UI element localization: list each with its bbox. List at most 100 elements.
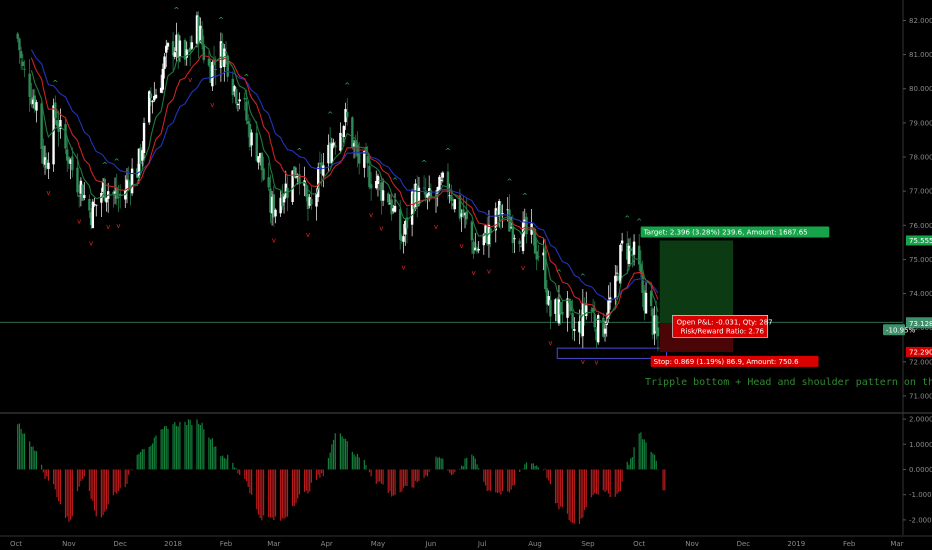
x-tick-label: Sep [581,540,595,548]
y-tick-label: 74.000 [909,290,932,298]
fractal-down-marker: v [460,242,464,250]
stop-label: Stop: 0.869 (1.19%) 86.9, Amount: 750.6 [650,355,819,367]
fractal-down-marker: v [89,240,93,248]
candle-body [402,236,405,242]
price-level-text: 75.555 [909,237,932,245]
fractal-up-marker: ^ [344,82,350,90]
osc-tick-label: 1.0000 [909,441,932,449]
fractal-down-marker: v [369,211,373,219]
candle-body [446,171,450,192]
osc-tick-label: -1.0000 [909,491,932,499]
candle-body [267,177,270,188]
pct-badge-text: -10.95% [886,326,916,334]
candle-body [453,199,456,210]
fractal-markers: v^vv^v^v^v^v^^v^v^^vv^v^v^vvv^v^v^^vv^^ [46,0,642,366]
candle-body [130,168,134,194]
fractal-up-marker: ^ [196,0,202,3]
fractal-up-marker: ^ [244,73,250,81]
y-tick-label: 82.000 [909,17,932,25]
candle-body [332,142,335,146]
candle-body [334,145,337,148]
fractal-up-marker: ^ [556,269,562,277]
price-level-text: 72.290 [909,348,932,356]
candle-body [614,275,617,299]
osc-tick-label: -2.0000 [909,516,932,524]
candle-body [521,221,525,251]
candle-body [513,238,516,240]
candle-body [511,226,515,244]
fractal-down-marker: v [487,268,491,276]
pct-badge: -10.95% [883,324,916,336]
fractal-down-marker: v [77,218,81,226]
pattern-annotation: Tripple bottom + Head and shoulder patte… [645,377,932,388]
fractal-up-marker: ^ [114,158,120,166]
pnl-label: Open P&L: -0.031, Qty: 287Risk/Reward Ra… [672,315,773,338]
candle-body [250,132,253,146]
candle-body [224,51,228,54]
price-level-tag: 75.555 [906,235,932,246]
candle-body [274,209,277,217]
candle-body [163,56,166,69]
fractal-down-marker: v [188,76,192,84]
candle-body [549,300,552,317]
x-tick-label: Nov [62,540,76,548]
fractal-down-marker: v [581,358,585,366]
candle-body [262,168,265,180]
fractal-down-marker: v [594,358,598,366]
x-tick-label: Oct [633,540,645,548]
x-tick-label: Aug [528,540,542,548]
candle-body [71,156,74,171]
price-chart-svg[interactable]: v^vv^v^v^v^v^^v^v^^vv^v^v^vvv^v^v^^vv^^ … [0,0,932,550]
candle-body [151,100,154,103]
candle-body [76,167,79,193]
candle-body [190,42,194,49]
osc-tick-label: 2.0000 [909,416,932,424]
candle-body [165,45,168,53]
fractal-up-marker: ^ [392,177,398,185]
fractal-down-marker: v [106,223,110,231]
fractal-up-marker: ^ [174,7,180,15]
candle-body [207,58,211,66]
fractal-up-marker: ^ [52,80,58,88]
candle-body [368,165,371,188]
price-level-tag: 72.290 [906,346,932,357]
candle-body [470,221,474,241]
candle-body [245,101,248,121]
fractal-up-marker: ^ [421,159,427,167]
fractal-up-marker: ^ [102,162,108,170]
candle-body [28,73,31,97]
fractal-down-marker: v [401,264,405,272]
candle-body [381,190,385,201]
target-label: Target: 2.396 (3.28%) 239.6, Amount: 168… [640,226,830,238]
x-tick-label: Oct [10,540,22,548]
pnl-text: Open P&L: -0.031, Qty: 287 [677,318,773,326]
fractal-down-marker: v [471,269,475,277]
candle-body [23,68,26,70]
candle-body [462,209,465,217]
candle-body [178,40,182,58]
fractal-up-marker: ^ [580,273,586,281]
candle-body [236,104,240,106]
fractal-up-marker: ^ [636,218,642,226]
x-tick-label: Jul [477,540,487,548]
candle-body [351,117,354,148]
candle-body [214,69,217,70]
x-tick-label: Feb [220,540,233,548]
candle-body [260,152,264,171]
fractal-down-marker: v [548,339,552,347]
x-tick-label: Mar [267,540,280,548]
candle-body [477,248,480,251]
y-tick-label: 77.000 [909,188,932,196]
fractal-down-marker: v [434,223,438,231]
fractal-up-marker: ^ [445,147,451,155]
risk-reward-text: Risk/Reward Ratio: 2.76 [681,327,765,335]
candle-body [422,187,426,189]
candle-body [632,241,636,255]
y-tick-label: 79.000 [909,119,932,127]
candle-body [149,93,153,99]
stop-label-text: Stop: 0.869 (1.19%) 86.9, Amount: 750.6 [654,358,799,366]
candle-body [656,327,660,337]
fractal-down-marker: v [46,189,50,197]
x-tick-label: May [371,540,385,548]
candle-body [16,33,19,39]
